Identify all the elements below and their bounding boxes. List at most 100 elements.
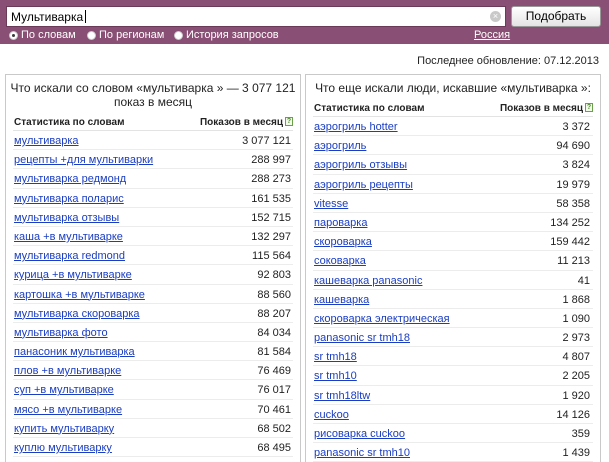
- table-row: мультиварка скороварка 88 207: [13, 304, 293, 323]
- impressions-count: 1 090: [562, 312, 590, 325]
- query-link[interactable]: скороварка электрическая: [314, 313, 450, 325]
- table-row: скороварка 159 442: [313, 232, 593, 252]
- table-row: скороварка электрическая 1 090: [313, 309, 593, 329]
- table-row: аэрогриль отзывы 3 824: [313, 155, 593, 175]
- left-panel-title: Что искали со словом «мультиварка » — 3 …: [6, 75, 300, 115]
- table-row: мультиварка фото 84 034: [13, 323, 293, 343]
- query-link[interactable]: мультиварка фото: [14, 327, 108, 339]
- search-input-value[interactable]: Мультиварка: [11, 10, 87, 24]
- help-icon[interactable]: ?: [585, 103, 593, 112]
- column-header: Статистика по словам Показов в месяц ?: [313, 101, 593, 117]
- table-row: sr tmh18 4 807: [313, 347, 593, 367]
- impressions-count: 58 358: [556, 197, 590, 210]
- impressions-count: 88 560: [257, 288, 291, 301]
- table-row: аэрогриль рецепты 19 979: [313, 175, 593, 194]
- query-link[interactable]: кашеварка panasonic: [314, 275, 422, 287]
- clear-icon[interactable]: ×: [490, 11, 501, 22]
- query-link[interactable]: sr tmh18: [314, 351, 357, 363]
- mode-history-label[interactable]: История запросов: [186, 29, 279, 41]
- impressions-count: 3 077 121: [242, 135, 291, 147]
- query-link[interactable]: аэрогриль рецепты: [314, 179, 413, 191]
- query-link[interactable]: аэрогриль отзывы: [314, 159, 407, 171]
- mode-by-words[interactable]: По словам: [9, 29, 76, 41]
- table-row: sr tmh18ltw 1 920: [313, 386, 593, 405]
- impressions-count: 134 252: [550, 216, 590, 229]
- query-link[interactable]: картошка +в мультиварке: [14, 289, 145, 301]
- table-row: рисоварка cuckoo 359: [313, 424, 593, 444]
- impressions-count: 152 715: [251, 211, 291, 224]
- impressions-count: 92 803: [257, 269, 291, 282]
- query-link[interactable]: мясо +в мультиварке: [14, 404, 122, 416]
- right-panel: Что еще искали люди, искавшие «мультивар…: [305, 74, 601, 462]
- table-row: мультиварка поларис 161 535: [13, 189, 293, 208]
- query-link[interactable]: аэрогриль: [314, 140, 366, 152]
- radio-icon[interactable]: [87, 30, 96, 40]
- query-link[interactable]: мультиварка поларис: [14, 193, 124, 205]
- impressions-count: 88 207: [257, 307, 291, 320]
- query-link[interactable]: sr tmh18ltw: [314, 390, 370, 402]
- impressions-count: 14 126: [556, 408, 590, 421]
- table-row: кашеварка 1 868: [313, 290, 593, 309]
- table-row: панасоник мультиварка 81 584: [13, 342, 293, 362]
- help-icon[interactable]: ?: [285, 117, 293, 126]
- query-link[interactable]: курица +в мультиварке: [14, 269, 132, 281]
- mode-history[interactable]: История запросов: [174, 29, 279, 41]
- right-panel-title: Что еще искали люди, искавшие «мультивар…: [315, 81, 591, 95]
- impressions-count: 3 372: [562, 121, 590, 133]
- table-row: аэрогриль hotter 3 372: [313, 117, 593, 137]
- text-caret: [85, 10, 87, 23]
- impressions-count: 68 502: [257, 422, 291, 435]
- mode-by-words-label[interactable]: По словам: [21, 29, 76, 41]
- query-link[interactable]: мультиварка скороварка: [14, 308, 140, 320]
- impressions-count: 19 979: [556, 178, 590, 191]
- query-link[interactable]: пароварка: [314, 217, 367, 229]
- query-link[interactable]: панасоник мультиварка: [14, 346, 135, 358]
- region-link[interactable]: Россия: [474, 29, 510, 41]
- impressions-count: 288 997: [251, 154, 291, 167]
- table-row: соковарка 11 213: [313, 251, 593, 271]
- query-link[interactable]: cuckoo: [314, 409, 349, 421]
- column-header: Статистика по словам Показов в месяц ?: [13, 115, 293, 131]
- mode-by-regions-label[interactable]: По регионам: [99, 29, 164, 41]
- table-row: картошка +в мультиварке 88 560: [13, 285, 293, 304]
- table-row: мультиварка редмонд 288 273: [13, 169, 293, 189]
- query-link[interactable]: кашеварка: [314, 294, 369, 306]
- impressions-count: 132 297: [251, 230, 291, 243]
- query-link[interactable]: каша +в мультиварке: [14, 231, 123, 243]
- column-header-count: Показов в месяц: [499, 103, 583, 114]
- query-link[interactable]: куплю мультиварку: [14, 442, 112, 454]
- query-link[interactable]: мультиварка редмонд: [14, 173, 126, 185]
- impressions-count: 159 442: [550, 236, 590, 249]
- radio-icon[interactable]: [174, 30, 183, 40]
- query-link[interactable]: рецепты +для мультиварки: [14, 154, 153, 166]
- query-link[interactable]: аэрогриль hotter: [314, 121, 398, 133]
- query-link[interactable]: panasonic sr tmh10: [314, 447, 410, 459]
- radio-icon-selected[interactable]: [9, 30, 18, 40]
- query-link[interactable]: соковарка: [314, 255, 366, 267]
- query-link[interactable]: vitesse: [314, 198, 348, 210]
- query-link[interactable]: суп +в мультиварке: [14, 384, 114, 396]
- query-link[interactable]: плов +в мультиварке: [14, 365, 121, 377]
- query-link[interactable]: мультиварка отзывы: [14, 212, 119, 224]
- query-link[interactable]: panasonic sr tmh18: [314, 332, 410, 344]
- impressions-count: 41: [577, 274, 590, 287]
- column-header-count: Показов в месяц: [199, 117, 283, 128]
- search-input[interactable]: Мультиварка ×: [6, 6, 506, 27]
- query-link[interactable]: скороварка: [314, 236, 372, 248]
- query-link[interactable]: мультиварка redmond: [14, 250, 125, 262]
- table-row: куплю мультиварку 68 495: [13, 438, 293, 458]
- column-header-query: Статистика по словам: [14, 117, 125, 128]
- impressions-count: 288 273: [251, 173, 291, 186]
- submit-button[interactable]: Подобрать: [511, 6, 601, 27]
- query-link[interactable]: sr tmh10: [314, 370, 357, 382]
- query-link[interactable]: рисоварка cuckoo: [314, 428, 405, 440]
- query-link[interactable]: купить мультиварку: [14, 423, 114, 435]
- impressions-count: 70 461: [257, 403, 291, 416]
- impressions-count: 84 034: [257, 326, 291, 339]
- impressions-count: 1 439: [562, 447, 590, 460]
- table-row: мультиварка redmond 115 564: [13, 246, 293, 266]
- right-rows: аэрогриль hotter 3 372 аэрогриль 94 690 аэро…: [306, 117, 600, 462]
- query-link[interactable]: мультиварка: [14, 135, 79, 147]
- impressions-count: 3 824: [562, 159, 590, 172]
- mode-by-regions[interactable]: По регионам: [87, 29, 164, 41]
